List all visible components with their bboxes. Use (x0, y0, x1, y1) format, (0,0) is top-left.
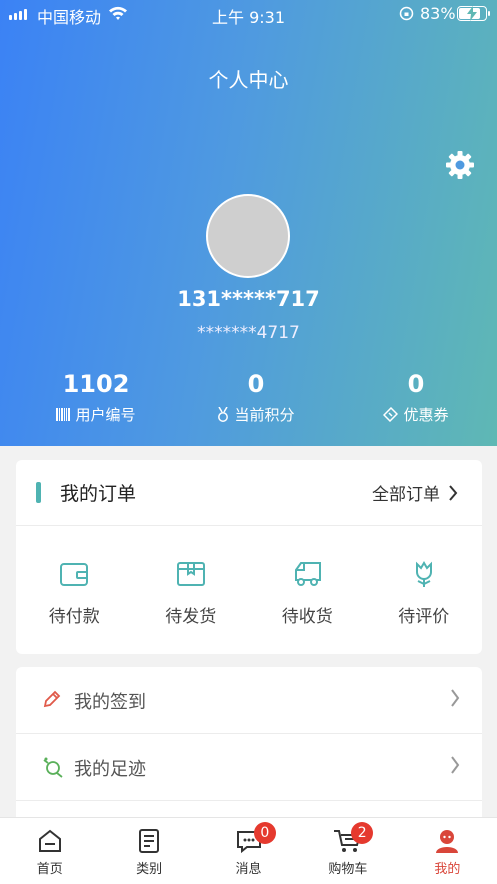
chevron-right-icon (449, 484, 458, 501)
chevron-right-icon (451, 756, 460, 774)
flower-icon (415, 561, 432, 587)
battery-icon (457, 6, 490, 21)
settings-gear-icon[interactable] (444, 148, 476, 182)
stat-user-number[interactable]: 1102 用户编号 (16, 368, 176, 425)
all-orders-link[interactable]: 全部订单 (372, 480, 458, 505)
tab-home[interactable]: 首页 (0, 818, 99, 884)
page-title: 个人中心 (208, 68, 289, 92)
menu-list: 我的签到 我的足迹 (16, 667, 482, 827)
menu-item-checkin[interactable]: 我的签到 (16, 667, 482, 734)
order-pending-receipt[interactable]: 待收货 (249, 560, 366, 627)
stat-label: 用户编号 (75, 406, 136, 424)
tab-label: 我的 (434, 862, 461, 877)
stat-value: 0 (247, 370, 265, 398)
order-status-label: 待收货 (281, 607, 333, 627)
orders-title: 我的订单 (60, 483, 137, 505)
menu-item-label: 我的足迹 (74, 759, 146, 780)
user-masked-id: *******4717 (197, 323, 300, 343)
stat-label: 当前积分 (234, 406, 295, 424)
order-status-label: 待发货 (165, 607, 217, 627)
profile-header: 中国移动 上午 9:31 83% 个人中心 131*****717 ******… (0, 0, 497, 446)
menu-item-label: 我的签到 (74, 692, 146, 713)
tab-messages[interactable]: 消息 0 (199, 818, 298, 884)
avatar[interactable] (206, 194, 290, 278)
barcode-icon (56, 408, 71, 421)
bottom-tab-bar: 首页 类别 消息 0 购物车 2 我的 (0, 817, 497, 884)
order-status-label: 待付款 (48, 607, 100, 627)
battery-percent: 83% (420, 4, 456, 23)
orders-header: 我的订单 全部订单 (16, 460, 482, 526)
pencil-icon (43, 690, 61, 708)
user-stats: 1102 用户编号 0 当前积分 0 优惠券 (0, 368, 497, 425)
tab-category[interactable]: 类别 (99, 818, 198, 884)
menu-item-footprint[interactable]: 我的足迹 (16, 734, 482, 801)
user-phone: 131*****717 (177, 287, 320, 311)
tab-label: 类别 (136, 862, 163, 877)
profile-icon (436, 830, 459, 853)
coupon-icon (383, 407, 399, 422)
tab-label: 消息 (235, 862, 262, 877)
stat-value: 0 (407, 370, 425, 398)
list-icon (139, 829, 160, 853)
tab-cart[interactable]: 购物车 2 (298, 818, 397, 884)
accent-bar (36, 482, 41, 503)
rotation-lock-icon (399, 6, 414, 21)
my-orders-card: 我的订单 全部订单 待付款 待发货 待收货 待评价 (16, 460, 482, 654)
home-icon (38, 829, 61, 852)
message-count-badge: 0 (253, 822, 276, 844)
order-pending-shipment[interactable]: 待发货 (133, 560, 250, 627)
wallet-icon (60, 563, 89, 586)
truck-icon (295, 562, 322, 586)
stat-value: 1102 (62, 370, 130, 398)
stat-coupons[interactable]: 0 优惠券 (336, 368, 496, 425)
medal-icon (218, 407, 229, 422)
order-status-label: 待评价 (398, 607, 450, 627)
footprint-icon (43, 757, 63, 778)
stat-points[interactable]: 0 当前积分 (176, 368, 336, 425)
stat-label: 优惠券 (403, 406, 449, 424)
order-pending-payment[interactable]: 待付款 (16, 560, 133, 627)
box-icon (176, 562, 205, 586)
order-pending-review[interactable]: 待评价 (366, 560, 483, 627)
tab-label: 购物车 (328, 862, 368, 877)
chevron-right-icon (451, 689, 460, 707)
tab-label: 首页 (36, 862, 63, 877)
tab-mine[interactable]: 我的 (398, 818, 497, 884)
status-bar: 中国移动 上午 9:31 83% (0, 0, 497, 28)
all-orders-label: 全部订单 (372, 485, 440, 505)
